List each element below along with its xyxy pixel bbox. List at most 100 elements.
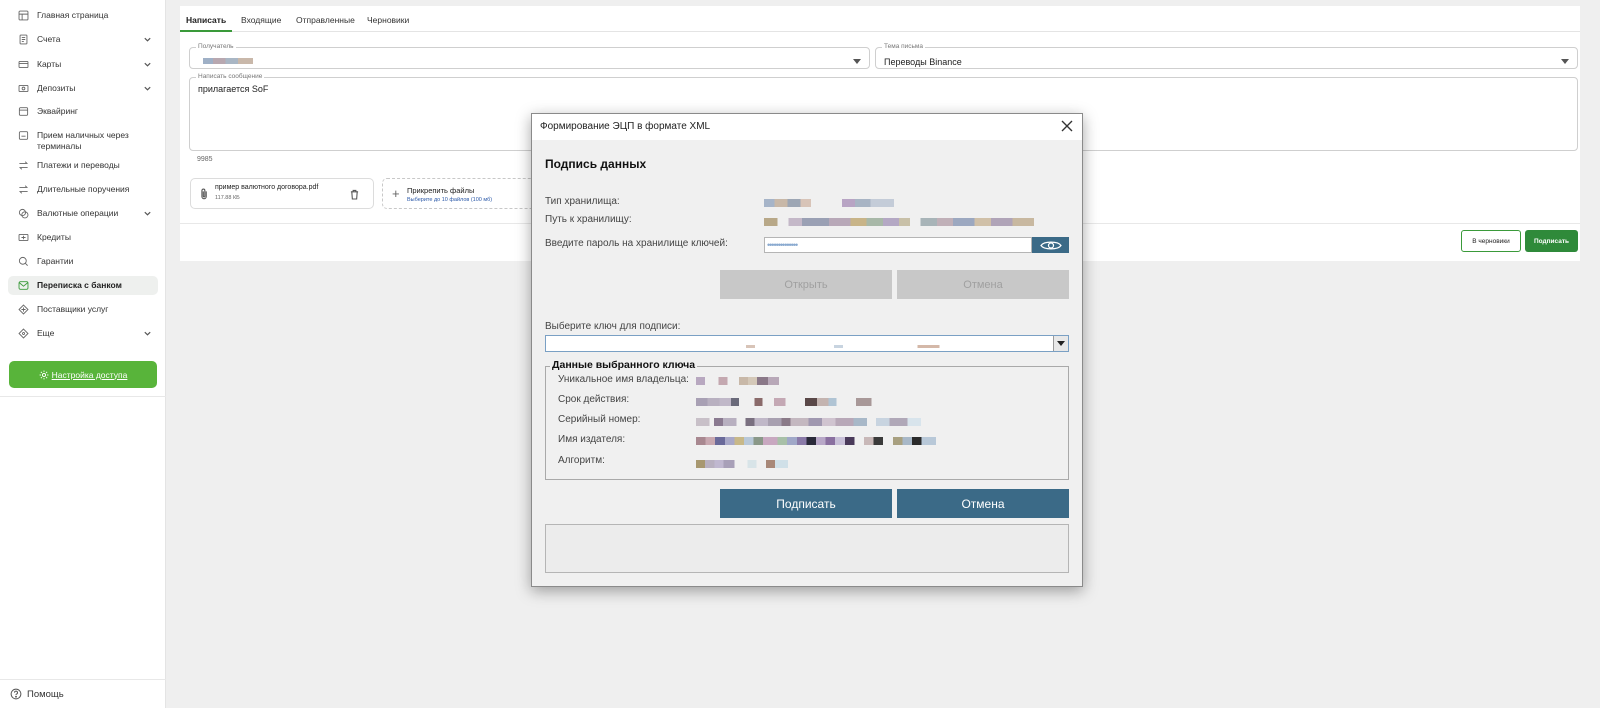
sidebar-item[interactable]: Гарантии [8, 252, 158, 271]
eye-icon [1039, 241, 1062, 249]
redacted-key-name [746, 345, 966, 348]
guarantee-icon [18, 256, 29, 267]
credit-icon [18, 232, 29, 243]
help-label: Помощь [27, 688, 64, 700]
sidebar-item[interactable]: Платежи и переводы [8, 156, 158, 175]
question-icon [10, 688, 22, 700]
key-dropdown-button[interactable] [1053, 336, 1068, 351]
tab-bar: Написать Входящие Отправленные Черновики [180, 6, 1580, 32]
sidebar-item-label: Длительные поручения [37, 184, 130, 194]
sidebar-item[interactable]: Валютные операции [8, 204, 158, 223]
dialog-heading: Подпись данных [545, 157, 647, 171]
help-link[interactable]: Помощь [10, 688, 64, 700]
access-settings-button[interactable]: Настройка доступа [9, 361, 157, 388]
layout-icon [18, 10, 29, 21]
redacted-recipient [203, 58, 253, 64]
close-icon[interactable] [1060, 119, 1074, 133]
sidebar-divider-bottom [0, 679, 166, 680]
xml-signature-dialog: Формирование ЭЦП в формате XML Подпись д… [531, 113, 1083, 587]
subject-label: Тема письма [882, 43, 925, 50]
sidebar-item-label: Гарантии [37, 256, 74, 266]
sidebar: Главная страница Счета Карты Депозиты Эквайр… [0, 0, 166, 708]
more-icon [18, 328, 29, 339]
chevron-down-icon [1561, 59, 1569, 64]
redacted-algorithm [696, 460, 788, 468]
sidebar-item[interactable]: Прием наличных через терминалы [8, 126, 158, 156]
algorithm-label: Алгоритм: [558, 455, 605, 466]
sidebar-item-label: Переписка с банком [37, 280, 122, 290]
sidebar-item[interactable]: Еще [8, 324, 158, 343]
key-details-title: Данные выбранного ключа [550, 359, 698, 371]
status-output-box [545, 524, 1069, 573]
plus-icon: + [392, 186, 400, 201]
gear-icon [39, 370, 49, 379]
open-button[interactable]: Открыть [720, 270, 892, 299]
trash-icon[interactable] [350, 189, 359, 200]
sidebar-item[interactable]: Переписка с банком [8, 276, 158, 295]
recipient-select[interactable]: Получатель [189, 43, 870, 69]
issuer-label: Имя издателя: [558, 434, 626, 445]
sidebar-item-label: Эквайринг [37, 106, 78, 116]
chevron-down-icon[interactable] [143, 35, 152, 44]
redacted-issuer [696, 437, 936, 445]
tab-drafts[interactable]: Черновики [367, 15, 409, 25]
password-label: Введите пароль на хранилище ключей: [545, 238, 728, 249]
chevron-down-icon[interactable] [143, 84, 152, 93]
redacted-storage-type [764, 199, 894, 207]
sidebar-item[interactable]: Карты [8, 55, 158, 74]
sidebar-item-label: Главная страница [37, 10, 109, 20]
save-draft-button[interactable]: В черновики [1461, 230, 1521, 252]
serial-label: Серийный номер: [558, 414, 641, 425]
attachment-size: 117.88 КБ [215, 195, 240, 201]
sidebar-item-label: Валютные операции [37, 208, 119, 218]
dialog-titlebar: Формирование ЭЦП в формате XML [532, 114, 1082, 140]
key-select[interactable] [545, 335, 1069, 352]
chevron-down-icon[interactable] [143, 209, 152, 218]
attach-files-button[interactable]: + Прикрепить файлы Выберите до 10 файлов… [382, 178, 542, 209]
sidebar-item[interactable]: Эквайринг [8, 102, 158, 121]
chevron-down-icon[interactable] [143, 60, 152, 69]
sidebar-item[interactable]: Депозиты [8, 79, 158, 98]
redacted-validity [696, 398, 891, 406]
providers-icon [18, 304, 29, 315]
tab-compose[interactable]: Написать [186, 15, 226, 25]
sidebar-item-label: Кредиты [37, 232, 71, 242]
sidebar-item-label: Прием наличных через терминалы [37, 130, 129, 151]
cancel-open-button[interactable]: Отмена [897, 270, 1069, 299]
chevron-down-icon[interactable] [143, 329, 152, 338]
active-tab-indicator [180, 30, 232, 32]
message-value: прилагается SoF [198, 84, 269, 94]
document-icon [18, 34, 29, 45]
sidebar-item-label: Еще [37, 328, 55, 338]
attach-files-title: Прикрепить файлы [407, 186, 475, 195]
chevron-down-icon [853, 59, 861, 64]
show-password-button[interactable] [1032, 237, 1069, 253]
sidebar-item[interactable]: Поставщики услуг [8, 300, 158, 319]
select-key-label: Выберите ключ для подписи: [545, 321, 681, 332]
char-counter: 9985 [197, 156, 213, 163]
tab-inbox[interactable]: Входящие [241, 15, 281, 25]
password-input[interactable]: •••••••••••••• [764, 237, 1032, 253]
subject-select[interactable]: Тема письма Переводы Binance [875, 43, 1578, 69]
sign-dialog-button[interactable]: Подписать [720, 489, 892, 518]
attachment-card: пример валютного договора.pdf 117.88 КБ [190, 178, 374, 209]
tab-sent[interactable]: Отправленные [296, 15, 355, 25]
sidebar-item[interactable]: Счета [8, 30, 158, 49]
attachment-name: пример валютного договора.pdf [215, 184, 319, 191]
sidebar-item[interactable]: Кредиты [8, 228, 158, 247]
sign-button[interactable]: Подписать [1525, 230, 1578, 252]
subject-value: Переводы Binance [884, 57, 962, 67]
cancel-dialog-button[interactable]: Отмена [897, 489, 1069, 518]
sidebar-item-label: Платежи и переводы [37, 160, 120, 170]
paperclip-icon [201, 188, 207, 200]
sidebar-item[interactable]: Главная страница [8, 6, 158, 25]
transfer-icon [18, 184, 29, 195]
cash-terminal-icon [18, 130, 29, 141]
mail-icon [18, 280, 29, 291]
validity-label: Срок действия: [558, 394, 630, 405]
sidebar-item[interactable]: Длительные поручения [8, 180, 158, 199]
storage-type-label: Тип хранилища: [545, 196, 620, 207]
recipient-label: Получатель [196, 43, 236, 50]
access-settings-label: Настройка доступа [51, 369, 128, 380]
attach-files-hint: Выберите до 10 файлов (100 мб) [407, 197, 493, 203]
